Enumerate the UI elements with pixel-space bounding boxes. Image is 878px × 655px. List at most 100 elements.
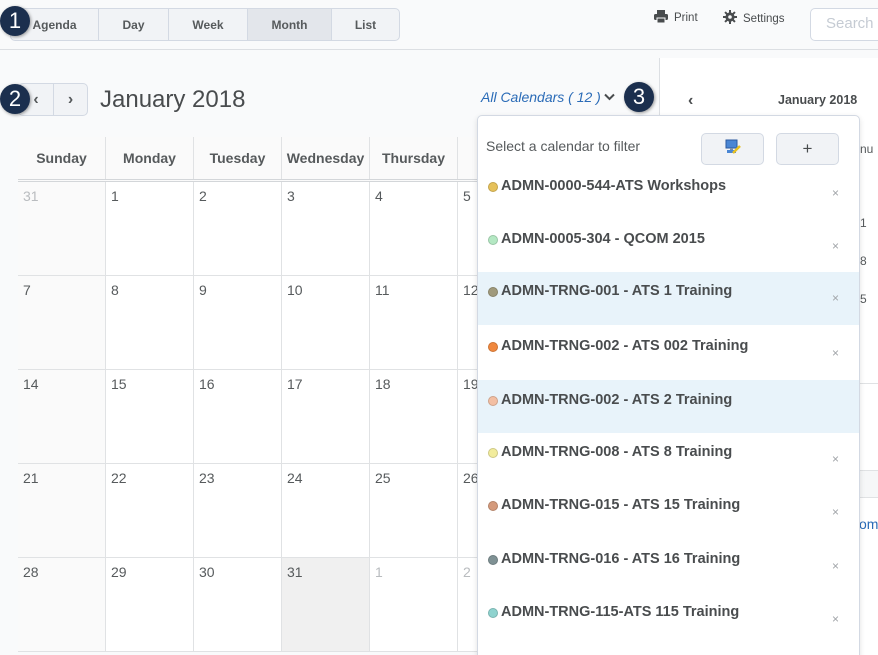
day-number: 26 <box>463 470 478 486</box>
calendar-list-item[interactable]: ADMN-TRNG-115-ATS 115 Training × <box>478 595 859 648</box>
calendar-day-cell[interactable]: 25 <box>370 464 458 557</box>
tab-month[interactable]: Month <box>248 9 332 40</box>
calendar-color-dot-icon <box>488 287 498 297</box>
calendar-weeks: 31 1 2 3 4 5 7 8 9 10 11 12 14 15 16 17 18 19 21 22 23 24 25 26… <box>18 182 478 652</box>
calendar-day-cell[interactable]: 21 <box>18 464 106 557</box>
print-button[interactable]: Print <box>654 10 698 26</box>
day-header-tuesday: Tuesday <box>194 137 282 179</box>
calendar-day-cell[interactable]: 5 <box>458 182 478 275</box>
day-number: 10 <box>287 282 303 298</box>
calendar-day-cell[interactable]: 19 <box>458 370 478 463</box>
calendar-name: ADMN-TRNG-016 - ATS 16 Training <box>501 551 741 567</box>
add-calendar-button[interactable]: + <box>776 133 839 165</box>
remove-calendar-icon[interactable]: × <box>832 612 839 626</box>
calendar-list-item[interactable]: ADMN-0005-304 - QCOM 2015 × <box>478 222 859 275</box>
calendar-day-cell[interactable]: 8 <box>106 276 194 369</box>
calendar-day-cell[interactable]: 11 <box>370 276 458 369</box>
calendar-day-cell[interactable]: 1 <box>106 182 194 275</box>
day-number: 22 <box>111 470 127 486</box>
day-number: 16 <box>199 376 215 392</box>
callout-badge-1: 1 <box>0 6 30 36</box>
calendar-day-cell[interactable]: 24 <box>282 464 370 557</box>
calendar-day-cell-today[interactable]: 31 <box>282 558 370 651</box>
calendar-color-dot-icon <box>488 342 498 352</box>
search-input[interactable]: Search E <box>810 8 878 41</box>
next-month-button[interactable]: › <box>53 84 87 115</box>
calendar-list-item[interactable]: ADMN-TRNG-008 - ATS 8 Training × <box>478 435 859 488</box>
calendar-day-cell[interactable]: 7 <box>18 276 106 369</box>
calendar-day-cell[interactable]: 10 <box>282 276 370 369</box>
calendar-day-cell[interactable]: 30 <box>194 558 282 651</box>
remove-calendar-icon[interactable]: × <box>832 291 839 305</box>
calendar-name: ADMN-TRNG-002 - ATS 002 Training <box>501 338 749 354</box>
calendar-day-cell[interactable]: 2 <box>458 558 478 651</box>
mini-date-fragment[interactable]: 8 <box>860 254 867 268</box>
calendar-day-cell[interactable]: 26 <box>458 464 478 557</box>
calendar-day-cell[interactable]: 29 <box>106 558 194 651</box>
calendar-color-dot-icon <box>488 235 498 245</box>
remove-calendar-icon[interactable]: × <box>832 186 839 200</box>
day-header-sunday: Sunday <box>18 137 106 179</box>
settings-button[interactable]: Settings <box>723 10 785 27</box>
tab-day[interactable]: Day <box>99 9 169 40</box>
month-calendar-grid: Sunday Monday Tuesday Wednesday Thursday… <box>18 137 478 652</box>
sidebar-link-fragment[interactable]: om <box>859 516 878 532</box>
calendar-day-cell[interactable]: 14 <box>18 370 106 463</box>
remove-calendar-icon[interactable]: × <box>832 559 839 573</box>
manage-calendars-button[interactable] <box>701 133 764 165</box>
settings-label: Settings <box>743 12 785 25</box>
tab-list[interactable]: List <box>332 9 399 40</box>
calendar-list-item[interactable]: ADMN-TRNG-002 - ATS 002 Training × <box>478 329 859 382</box>
calendar-day-cell[interactable]: 23 <box>194 464 282 557</box>
day-number: 21 <box>23 470 39 486</box>
day-number: 18 <box>375 376 391 392</box>
day-number: 15 <box>111 376 127 392</box>
day-number: 29 <box>111 564 127 580</box>
day-number: 4 <box>375 188 383 204</box>
calendar-name: ADMN-TRNG-008 - ATS 8 Training <box>501 444 733 460</box>
remove-calendar-icon[interactable]: × <box>832 452 839 466</box>
day-number: 19 <box>463 376 478 392</box>
calendar-day-cell[interactable]: 31 <box>18 182 106 275</box>
calendar-list-item[interactable]: ADMN-TRNG-001 - ATS 1 Training × <box>478 272 859 325</box>
calendar-day-cell[interactable]: 1 <box>370 558 458 651</box>
callout-badge-2: 2 <box>0 84 30 114</box>
printer-icon <box>654 10 668 26</box>
chevron-right-icon: › <box>67 90 74 108</box>
calendar-filter-toggle[interactable]: All Calendars ( 12 ) <box>481 89 615 105</box>
mini-prev-month-button[interactable]: ‹ <box>688 92 693 110</box>
calendar-day-cell[interactable]: 22 <box>106 464 194 557</box>
day-number: 31 <box>287 564 303 580</box>
mini-calendar-title: January 2018 <box>778 93 858 107</box>
calendar-list-item[interactable]: ADMN-0000-544-ATS Workshops × <box>478 169 859 222</box>
calendar-week-row: 14 15 16 17 18 19 <box>18 370 478 464</box>
calendar-day-cell[interactable]: 18 <box>370 370 458 463</box>
calendar-list-item[interactable]: ADMN-TRNG-016 - ATS 16 Training × <box>478 542 859 595</box>
calendar-list-item[interactable]: ADMN-TRNG-015 - ATS 15 Training × <box>478 488 859 541</box>
calendar-filter-dropdown: Select a calendar to filter + ADMN-0000-… <box>477 115 860 655</box>
calendar-week-row: 28 29 30 31 1 2 <box>18 558 478 652</box>
day-number: 24 <box>287 470 303 486</box>
top-toolbar: Agenda Day Week Month List Print Setting… <box>0 0 878 50</box>
mini-date-fragment[interactable]: 5 <box>860 292 867 306</box>
calendar-day-cell[interactable]: 16 <box>194 370 282 463</box>
calendar-day-cell[interactable]: 4 <box>370 182 458 275</box>
calendar-day-cell[interactable]: 12 <box>458 276 478 369</box>
calendar-color-dot-icon <box>488 448 498 458</box>
remove-calendar-icon[interactable]: × <box>832 346 839 360</box>
remove-calendar-icon[interactable]: × <box>832 505 839 519</box>
calendar-color-dot-icon <box>488 182 498 192</box>
calendar-day-cell[interactable]: 17 <box>282 370 370 463</box>
tab-week[interactable]: Week <box>169 9 248 40</box>
mini-date-fragment[interactable]: 1 <box>860 216 867 230</box>
callout-badge-3: 3 <box>624 82 654 112</box>
calendar-day-cell[interactable]: 28 <box>18 558 106 651</box>
chevron-left-icon: ‹ <box>33 90 39 108</box>
calendar-day-cell[interactable]: 15 <box>106 370 194 463</box>
calendar-list-item[interactable]: ADMN-TRNG-002 - ATS 2 Training <box>478 380 859 433</box>
day-number: 8 <box>111 282 119 298</box>
calendar-day-cell[interactable]: 3 <box>282 182 370 275</box>
calendar-day-cell[interactable]: 9 <box>194 276 282 369</box>
remove-calendar-icon[interactable]: × <box>832 239 839 253</box>
calendar-day-cell[interactable]: 2 <box>194 182 282 275</box>
